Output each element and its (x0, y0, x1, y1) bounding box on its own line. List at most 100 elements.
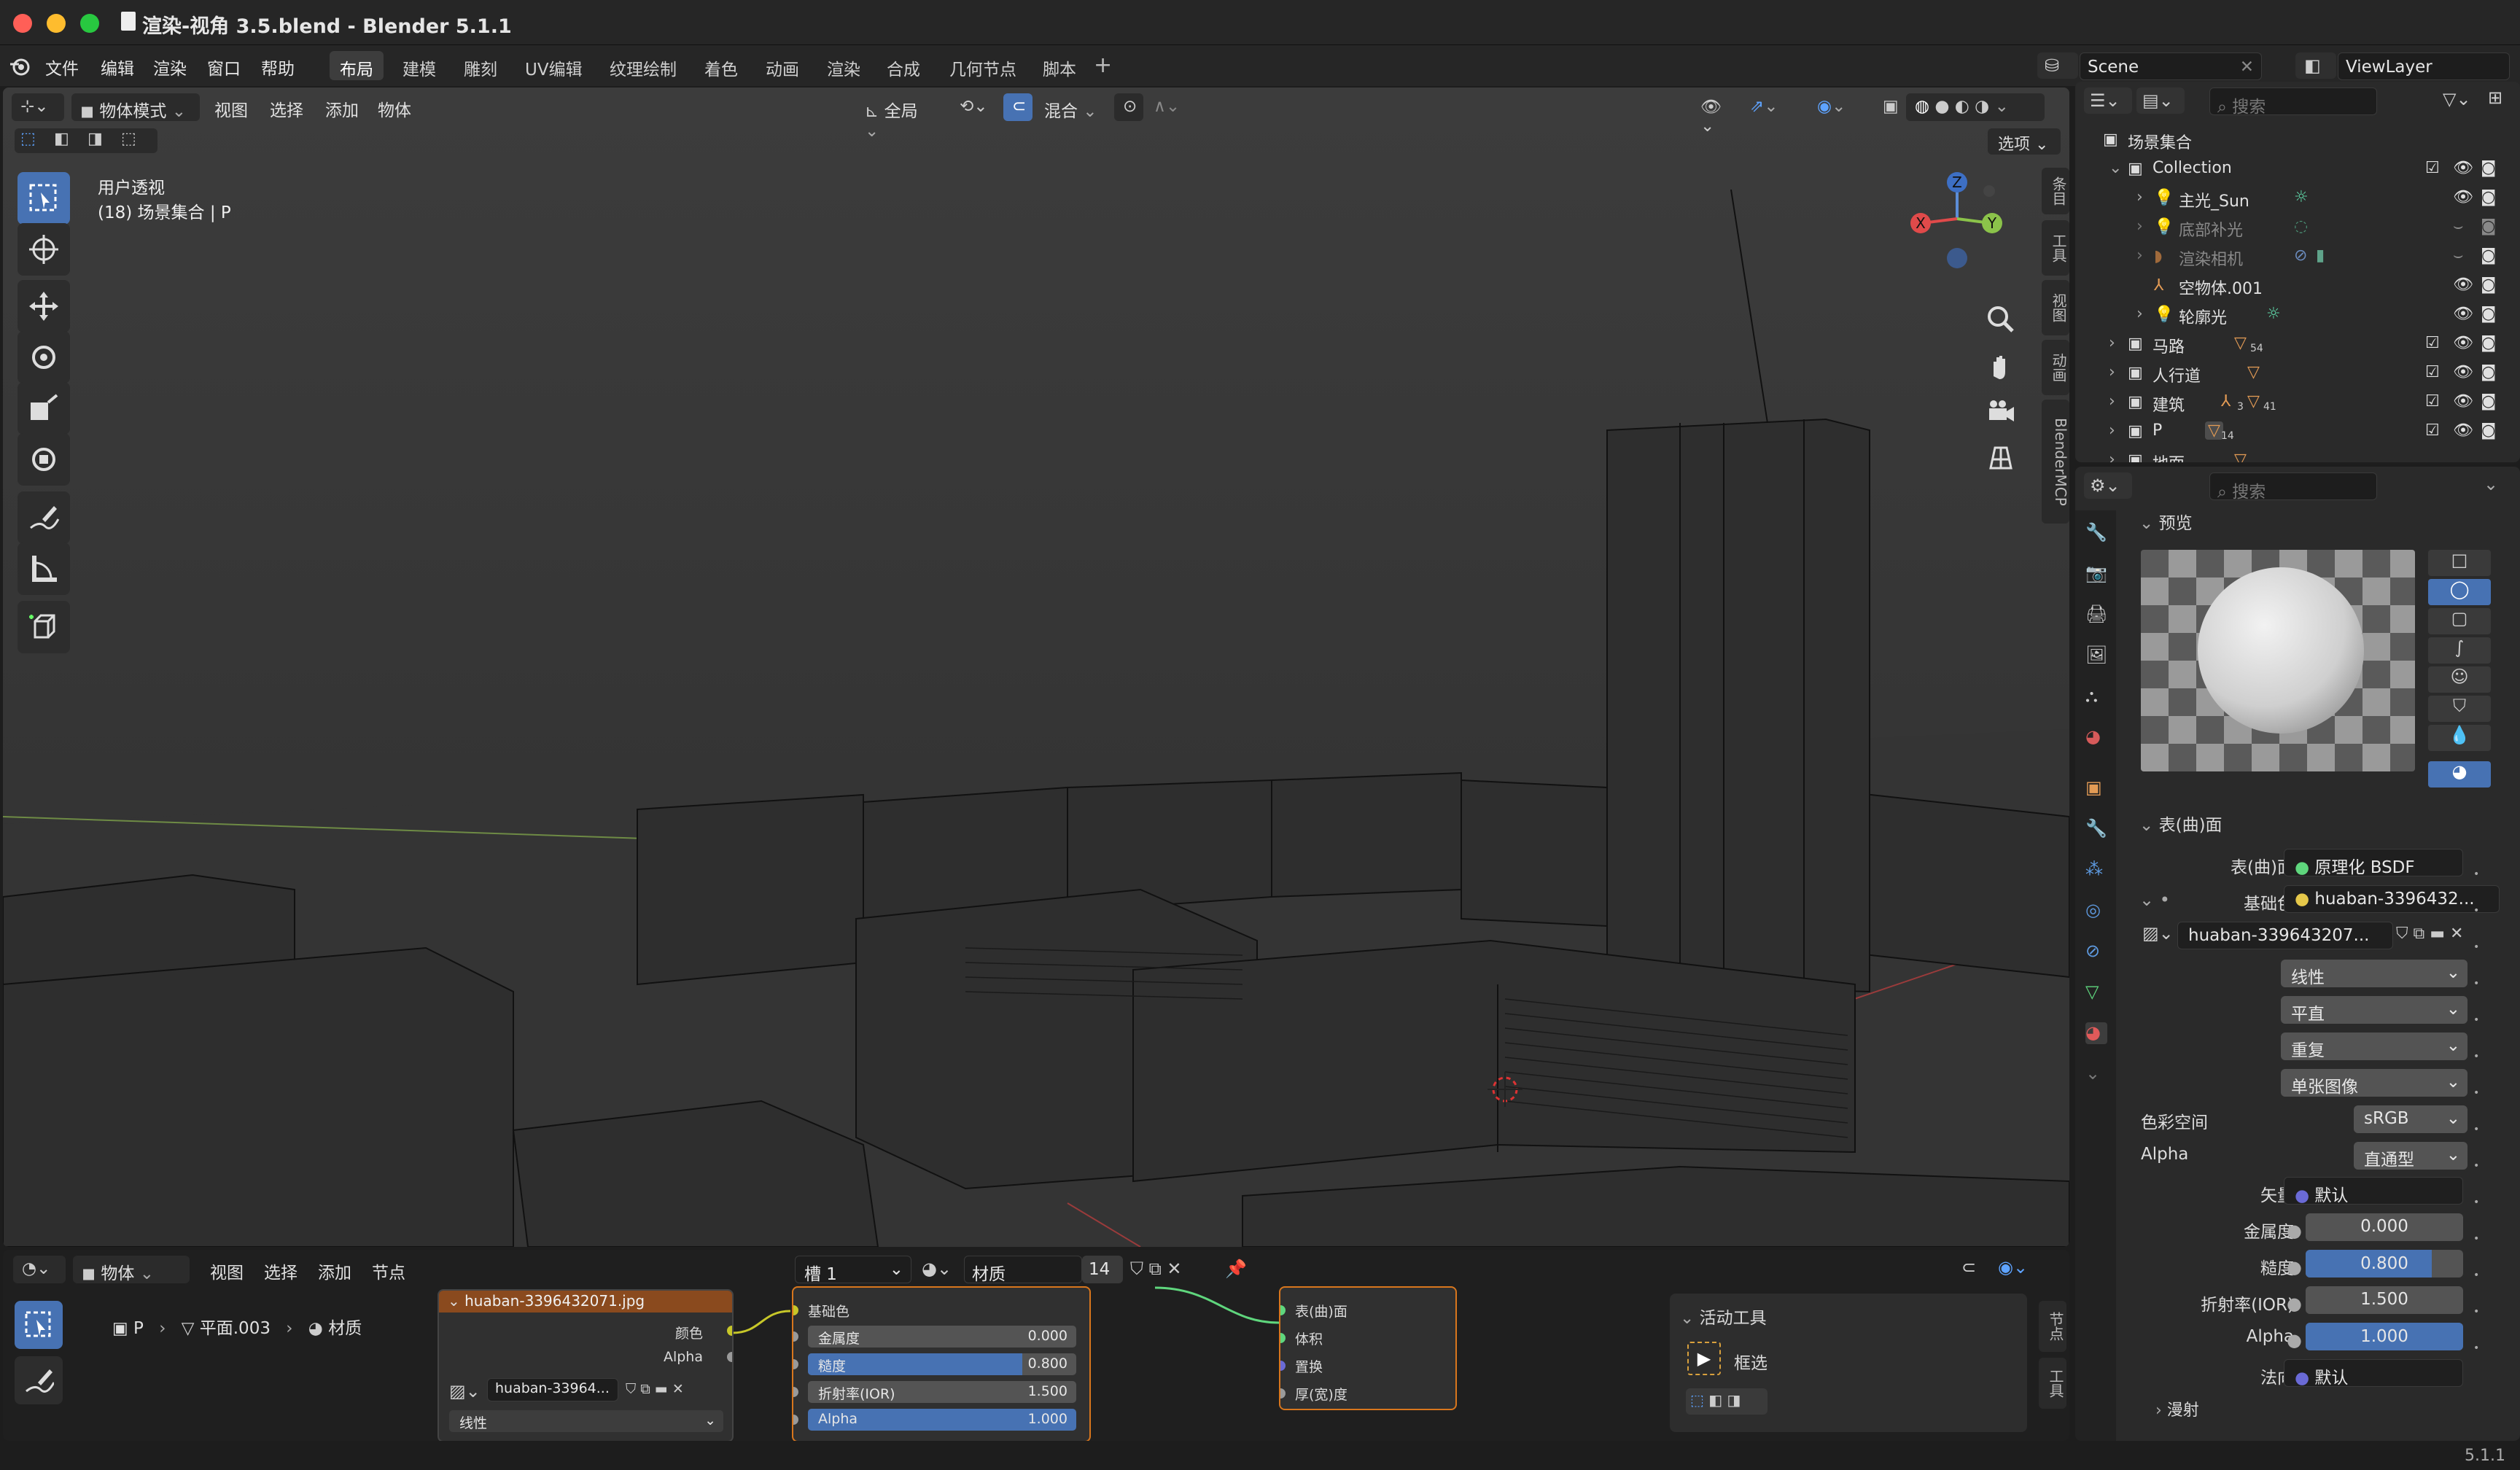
view-layer-icon[interactable]: ◧ (2295, 52, 2336, 79)
node-alpha-slider[interactable]: Alpha 1.000 (808, 1409, 1076, 1431)
zoom-icon[interactable] (1980, 299, 2021, 340)
view-layer-tab-icon[interactable]: 🖼 (2085, 645, 2107, 666)
base-color-input-socket[interactable] (793, 1305, 798, 1315)
sidebar-tab-animation[interactable]: 动画 (2042, 340, 2069, 395)
render-camera-icon[interactable]: ◙ (2481, 334, 2496, 352)
visibility-eye-icon[interactable]: 👁 (2453, 276, 2473, 294)
falloff-dropdown[interactable]: ∧⌄ (1145, 93, 1181, 121)
rotate-tool[interactable] (18, 331, 70, 384)
options-dropdown[interactable]: 选项 ⌄ (1988, 128, 2061, 155)
maximize-window-button[interactable] (80, 14, 99, 33)
base-color-expand-icon[interactable]: ⌄ • (2139, 890, 2170, 910)
image-texture-node-header[interactable]: ⌄ huaban-3396432071.jpg (439, 1291, 732, 1312)
tab-modeling[interactable]: 建模 (392, 51, 446, 80)
viewport-menu-select[interactable]: 选择 (270, 96, 303, 121)
output-tab-icon[interactable]: 🖨 (2085, 604, 2107, 626)
properties-search-input[interactable]: ⌕ 搜索 (2209, 472, 2377, 502)
tab-uv-editing[interactable]: UV编辑 (515, 51, 593, 80)
world-tab-icon[interactable]: ◕ (2085, 726, 2107, 748)
visibility-eye-icon[interactable]: 👁 (2453, 334, 2473, 352)
preview-cube-icon[interactable]: ▢ (2428, 608, 2491, 634)
select-subtract-icon[interactable]: ◨ (88, 130, 103, 148)
exclude-checkbox[interactable]: ☑ (2425, 363, 2440, 381)
pan-hand-icon[interactable] (1980, 347, 2021, 388)
menu-edit[interactable]: 编辑 (101, 55, 134, 79)
overlay-toggle[interactable]: ◉⌄ (1808, 93, 1864, 121)
move-tool[interactable] (18, 280, 70, 332)
node-roughness-slider[interactable]: 糙度 0.800 (808, 1353, 1076, 1375)
outliner-row-render-camera[interactable]: › ◗ 渲染相机 ⊘ ▮ ⌣ ◙ (2075, 242, 2520, 271)
outliner-row-scene-collection[interactable]: ▣ 场景集合 (2075, 125, 2520, 155)
visibility-eye-icon[interactable]: 👁 (2453, 305, 2473, 323)
render-camera-icon[interactable]: ◙ (2481, 392, 2496, 411)
menu-file[interactable]: 文件 (45, 55, 79, 79)
transform-orientation-dropdown[interactable]: ⊾ 全局 ⌄ (856, 93, 944, 141)
sidebar-tab-blendermcp[interactable]: BlenderMCP (2042, 400, 2069, 524)
exclude-checkbox[interactable]: ☑ (2425, 334, 2440, 352)
surface-panel-header[interactable]: ⌄ 表(曲)面 (2139, 811, 2222, 836)
object-tab-icon[interactable]: ▣ (2085, 777, 2107, 799)
exclude-checkbox[interactable]: ☑ (2425, 392, 2440, 411)
snap-toggle[interactable]: ⊂ (1003, 93, 1032, 121)
display-mode-button[interactable]: ▤⌄ (2136, 88, 2185, 114)
preview-plane-icon[interactable]: □ (2428, 550, 2491, 576)
surface-shader-field[interactable]: ● 原理化 BSDF (2284, 849, 2463, 877)
metallic-slider[interactable]: 0.000 (2306, 1213, 2463, 1241)
visibility-eye-icon[interactable]: 👁 (2453, 363, 2473, 381)
alpha-slider[interactable]: 1.000 (2306, 1323, 2463, 1350)
render-camera-icon[interactable]: ◙ (2481, 276, 2496, 294)
tool-select-mode-buttons[interactable]: ⬚ ◧ ◨ (1686, 1388, 1768, 1415)
camera-view-icon[interactable] (1980, 392, 2021, 433)
tab-layout[interactable]: 布局 (330, 51, 384, 80)
tab-shading[interactable]: 着色 (694, 51, 748, 80)
open-folder-icon[interactable]: ▬ (2430, 925, 2445, 943)
select-mode-buttons[interactable]: ⬚ ◧ ◨ ⬚ (15, 128, 158, 153)
tool-tab-icon[interactable]: 🔧 (2085, 522, 2107, 544)
more-tabs-icon[interactable]: ⌄ (2085, 1063, 2107, 1085)
cursor-tool[interactable] (18, 223, 70, 276)
material-shading-icon[interactable]: ◐ (1955, 97, 1969, 116)
render-camera-icon[interactable]: ◙ (2481, 246, 2496, 265)
outliner-row-collection[interactable]: ⌄ ▣ Collection ☑ 👁 ◙ (2075, 155, 2520, 184)
tab-sculpting[interactable]: 雕刻 (454, 51, 508, 80)
volume-input-socket[interactable] (1280, 1333, 1286, 1343)
tab-animation[interactable]: 动画 (755, 51, 809, 80)
outliner-row-buildings[interactable]: › ▣ 建筑 ⅄ 3 ▽ 41 ☑ 👁 ◙ (2075, 388, 2520, 417)
unlink-icon[interactable]: ✕ (2450, 925, 2463, 943)
editor-type-button[interactable]: ⊹⌄ (12, 93, 64, 121)
rendered-shading-icon[interactable]: ◑ (1975, 97, 1989, 116)
normal-field[interactable]: ● 默认 (2284, 1359, 2463, 1388)
alpha-output-socket[interactable] (727, 1352, 732, 1362)
material-output-node[interactable]: 表(曲)面 体积 置换 厚(宽)度 (1279, 1286, 1457, 1410)
node-image-actions[interactable]: ⛉ ⧉ ▬ ✕ (626, 1381, 684, 1397)
image-texture-node[interactable]: ⌄ huaban-3396432071.jpg 颜色 Alpha ▨⌄ huab… (438, 1289, 734, 1441)
preview-monkey-icon[interactable]: ☺ (2428, 666, 2491, 693)
add-cube-tool[interactable] (18, 601, 70, 653)
visibility-eye-icon[interactable]: 👁 (2453, 421, 2473, 440)
mesh-data-tab-icon[interactable]: ▽ (2085, 981, 2107, 1003)
modifier-tab-icon[interactable]: 🔧 (2085, 818, 2107, 840)
preview-sphere-icon[interactable]: ◯ (2428, 579, 2491, 605)
minimize-window-button[interactable] (47, 14, 66, 33)
scene-selector-icon[interactable]: ⛁ (2037, 52, 2078, 79)
alpha-mode-dropdown[interactable]: 直通型 ⌄ (2354, 1142, 2468, 1170)
gizmo-toggle[interactable]: ⇗⌄ (1741, 93, 1797, 121)
pivot-point-dropdown[interactable]: ⟲⌄ (951, 93, 999, 121)
color-output-socket[interactable] (727, 1326, 732, 1336)
constraints-tab-icon[interactable]: ⊘ (2085, 941, 2107, 962)
outliner-row-fill-light[interactable]: › 💡 底部补光 ◌ ⌣ ◙ (2075, 213, 2520, 242)
measure-tool[interactable] (18, 542, 70, 595)
active-tool-header[interactable]: ⌄ 活动工具 (1680, 1304, 1767, 1329)
properties-options-icon[interactable]: ⌄ (2484, 474, 2498, 494)
surface-input-socket[interactable] (1280, 1305, 1286, 1315)
roughness-input-socket[interactable] (793, 1359, 798, 1369)
transform-tool[interactable] (18, 433, 70, 486)
sidebar-tab-tool[interactable]: 工具 (2042, 220, 2069, 276)
blender-logo-icon[interactable] (9, 55, 31, 77)
outliner-row-rim-light[interactable]: › 💡 轮廓光 ☼ 👁 ◙ (2075, 300, 2520, 330)
metallic-input-socket[interactable] (793, 1331, 798, 1342)
box-select-tool-icon[interactable]: ▶ (1687, 1342, 1721, 1375)
outliner-row-ground[interactable]: › ▣ 地面 ▽ (2075, 446, 2520, 462)
outliner-row-road[interactable]: › ▣ 马路 ▽ 54 ☑ 👁 ◙ (2075, 330, 2520, 359)
node-metallic-slider[interactable]: 金属度 0.000 (808, 1326, 1076, 1348)
